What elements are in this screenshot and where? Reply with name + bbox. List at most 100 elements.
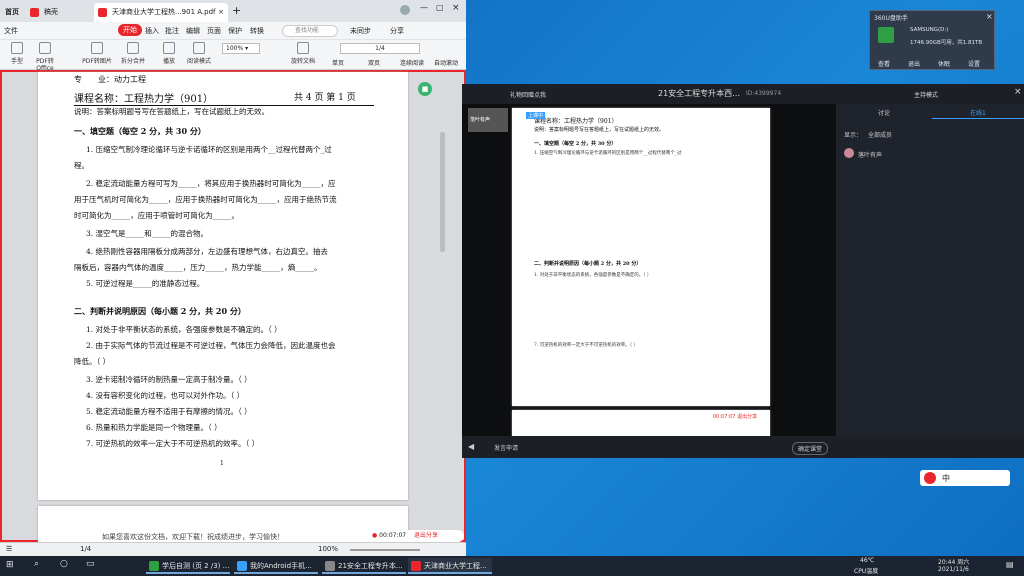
share-button[interactable]: 分享	[390, 26, 404, 36]
end-class-button[interactable]: 确定课堂	[792, 442, 829, 455]
menu-file[interactable]: 文件	[4, 26, 18, 36]
view-button[interactable]: 查看	[878, 59, 890, 68]
page-of: 共 4 页 第 1 页	[294, 93, 356, 103]
double-page-button[interactable]: 双页	[368, 58, 380, 67]
member-filter[interactable]: 全部成员	[868, 130, 892, 139]
hand-icon	[11, 42, 23, 54]
section-judge: 二、判断并说明原因（每小题 2 分，共 20 分）	[74, 306, 246, 316]
zoom-select[interactable]: 100% ▾	[222, 43, 260, 54]
live-classroom-window: 礼物回赠点我 21安全工程专升本西… ID:4399974 主持模式 × 落叶有…	[462, 84, 1024, 458]
tab-docer-label: 稿壳	[44, 8, 58, 16]
assistant-icon[interactable]: ■	[418, 82, 432, 96]
menu-annotate[interactable]: 批注	[165, 26, 179, 36]
hand-tool-label: 手型	[10, 58, 23, 65]
rotate-label: 旋转文档	[290, 58, 315, 65]
menu-edit[interactable]: 编辑	[186, 26, 200, 36]
sleep-button[interactable]: 休眠	[938, 59, 950, 68]
auto-scroll-button[interactable]: 自动滚动	[434, 58, 458, 67]
volume-icon[interactable]: ◀	[468, 442, 474, 451]
taskbar: ⊞ ⌕ ○ ▭ 学后自测 (页 2 /3) ... 我的Android手机...…	[0, 556, 1024, 576]
sync-button[interactable]: 未同步	[350, 26, 371, 36]
task-view-icon[interactable]: ▭	[86, 559, 95, 569]
pdf-viewport[interactable]: 专 业：动力工程 课程名称：工程热力学（901） 共 4 页 第 1 页 说明：…	[0, 70, 466, 542]
zoom-value: 100%	[226, 45, 244, 52]
tab-discussion[interactable]: 讨论	[878, 108, 890, 117]
taskbar-item-study[interactable]: 学后自测 (页 2 /3) ...	[146, 558, 230, 574]
ime-mode[interactable]: 中	[942, 473, 950, 484]
new-tab-icon[interactable]: +	[232, 4, 241, 17]
vertical-scrollbar[interactable]	[440, 132, 445, 252]
pdf-to-image-button[interactable]: PDF转图片	[80, 42, 114, 65]
rotate-button[interactable]: 旋转文档	[286, 42, 320, 65]
question-5: 5. 可逆过程是_____的准静态过程。	[86, 279, 205, 288]
tab-pdf-label: 天津商业大学工程热...901 A.pdf	[112, 8, 216, 16]
menu-protect[interactable]: 保护	[228, 26, 242, 36]
menu-insert[interactable]: 插入	[145, 26, 159, 36]
shared-timer-value: 00:07:07	[713, 414, 736, 420]
page-number: 1	[220, 460, 224, 467]
sidebar-toggle-icon[interactable]: ☰	[6, 545, 12, 553]
live-title: 21安全工程专升本西…	[658, 89, 741, 98]
shared-section2: 二、判断并说明原因（每小题 2 分，共 20 分）	[534, 261, 642, 267]
close-live-icon[interactable]: ×	[1014, 87, 1022, 97]
in-class-badge: 上课中	[526, 112, 546, 119]
taskbar-item-live[interactable]: 21安全工程专升本...	[322, 558, 406, 574]
search-input[interactable]: 查找功能	[282, 25, 338, 37]
taskbar-item-android[interactable]: 我的Android手机...	[234, 558, 318, 574]
section-fill-blank: 一、填空题（每空 2 分，共 30 分）	[74, 126, 206, 136]
zoom-slider[interactable]	[350, 549, 420, 551]
image-icon	[91, 42, 103, 54]
cpu-temp: 46℃	[860, 557, 875, 564]
tab-bar: 首页 稿壳 天津商业大学工程热...901 A.pdf × + — ▢ ×	[0, 0, 466, 22]
play-button[interactable]: 播放	[152, 42, 186, 65]
exit-share-button[interactable]: 退出分享	[414, 532, 438, 539]
live-app-icon	[325, 561, 335, 571]
widget-title: 360U盘助手	[874, 15, 908, 22]
eject-button[interactable]: 退出	[908, 59, 920, 68]
judge-5: 5. 稳定流动能量方程不适用于有摩擦的情况。（ ）	[86, 407, 252, 416]
continuous-read-button[interactable]: 连续阅读	[400, 58, 424, 67]
taskbar-item-live-label: 21安全工程专升本...	[338, 562, 403, 570]
tab-online[interactable]: 在线1	[970, 108, 986, 117]
tab-docer[interactable]: 稿壳	[26, 3, 90, 22]
split-merge-button[interactable]: 拆分合并	[116, 42, 150, 65]
page-number-input[interactable]: 1/4	[340, 43, 420, 54]
taskbar-item-pdf[interactable]: 天津商业大学工程...	[408, 558, 492, 574]
docer-icon	[30, 8, 39, 17]
speaker-video[interactable]: 落叶有声	[468, 108, 508, 132]
ime-toolbar[interactable]: 中	[920, 470, 1010, 486]
avatar[interactable]	[400, 5, 410, 15]
menu-home[interactable]: 开始	[118, 24, 142, 36]
search-icon[interactable]: ⌕	[34, 559, 39, 569]
request-speak-button[interactable]: 发言申请	[494, 443, 518, 452]
clock-time[interactable]: 20:44 周六	[938, 557, 969, 566]
close-widget-icon[interactable]: ×	[986, 12, 993, 21]
maximize-icon[interactable]: ▢	[436, 3, 444, 12]
settings-button[interactable]: 设置	[968, 59, 980, 68]
cortana-icon[interactable]: ○	[60, 559, 68, 569]
close-window-icon[interactable]: ×	[452, 3, 460, 13]
reading-mode-button[interactable]: 阅读模式	[182, 42, 216, 65]
start-icon[interactable]: ⊞	[6, 560, 14, 570]
single-page-button[interactable]: 单页	[332, 58, 344, 67]
gift-label[interactable]: 礼物回赠点我	[510, 90, 546, 99]
clock-date[interactable]: 2021/11/6	[938, 566, 969, 573]
minimize-icon[interactable]: —	[420, 3, 428, 12]
pdf-to-office-button[interactable]: PDF转Office	[28, 42, 62, 72]
tab-home[interactable]: 首页	[2, 3, 22, 22]
status-zoom[interactable]: 100%	[318, 545, 338, 553]
menu-convert[interactable]: 转换	[250, 26, 264, 36]
notification-icon[interactable]: ▤	[1006, 560, 1014, 569]
status-page[interactable]: 1/4	[80, 545, 91, 553]
question-4: 4. 绝热刚性容器用隔板分成两部分，左边盛有理想气体，右边真空。抽去	[86, 247, 329, 256]
question-2-end: 时可简化为_____，应用于喷管时可简化为_____。	[74, 211, 239, 220]
taskbar-item-android-label: 我的Android手机...	[250, 562, 312, 570]
menu-page[interactable]: 页面	[207, 26, 221, 36]
close-tab-icon[interactable]: ×	[218, 3, 224, 22]
pdf-reader-window: 首页 稿壳 天津商业大学工程热...901 A.pdf × + — ▢ × 文件 …	[0, 0, 466, 556]
shared-exit-share[interactable]: 退出分享	[737, 414, 757, 420]
live-title-bar: 礼物回赠点我 21安全工程专升本西… ID:4399974 主持模式 ×	[462, 84, 1024, 104]
rotate-icon	[297, 42, 309, 54]
share-timer: ● 00:07:07 退出分享	[368, 530, 464, 542]
tab-pdf-document[interactable]: 天津商业大学工程热...901 A.pdf ×	[94, 3, 228, 22]
